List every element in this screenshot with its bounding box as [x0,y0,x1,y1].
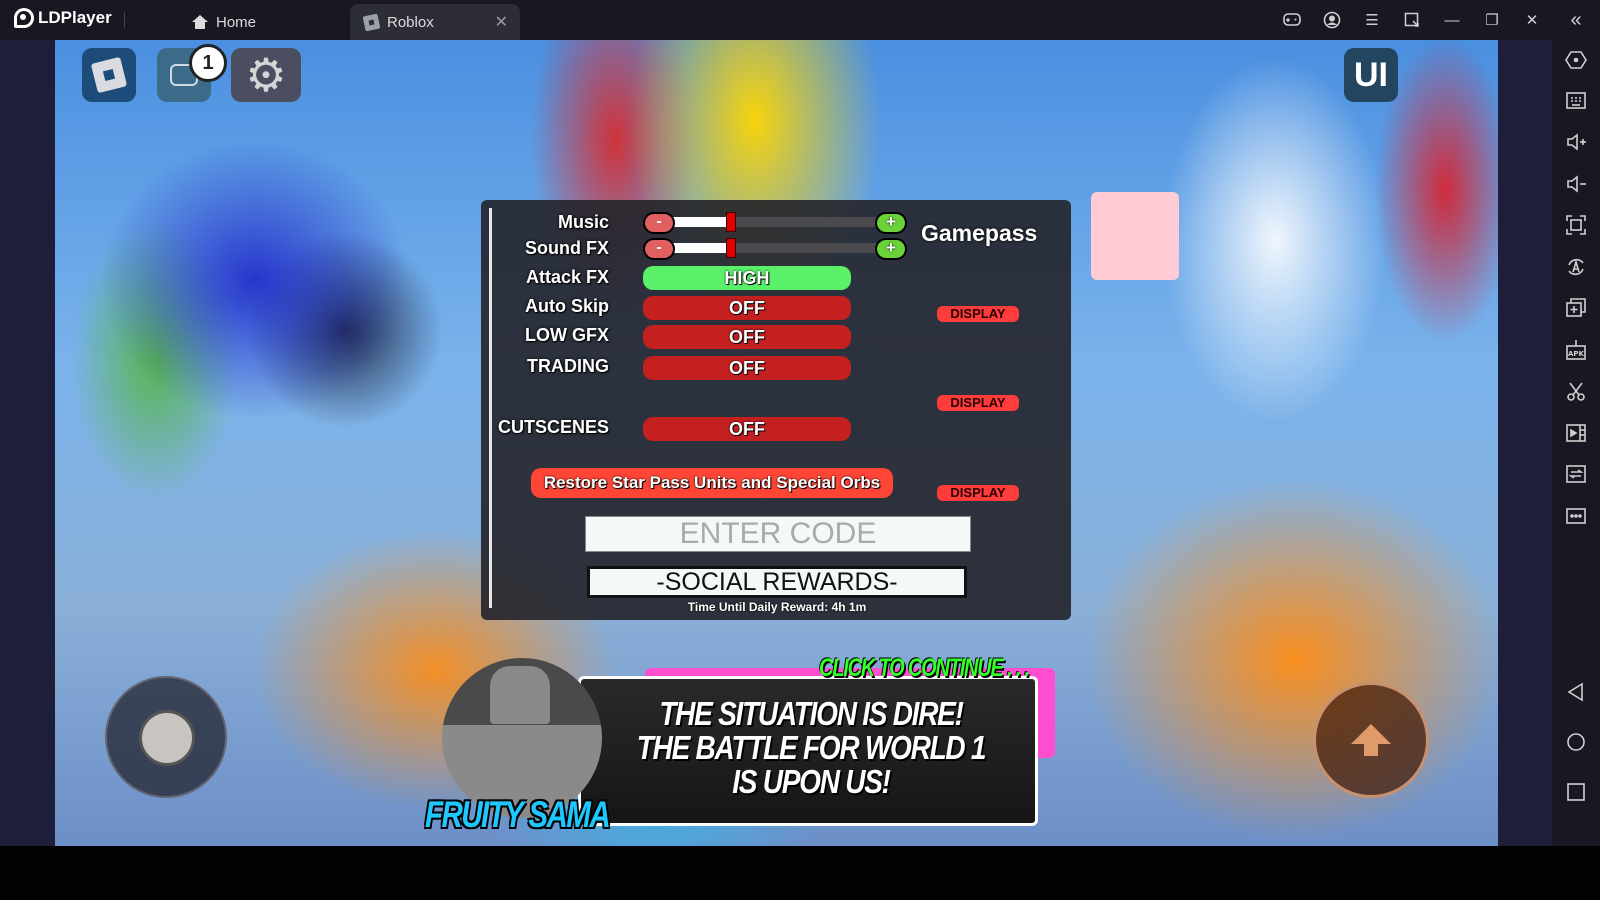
low-gfx-toggle[interactable]: OFF [643,325,851,349]
auto-skip-label: Auto Skip [525,296,609,316]
gamepass-display-button-1[interactable]: DISPLAY [937,306,1019,322]
sync-icon[interactable] [1564,462,1588,486]
movement-joystick[interactable] [105,676,227,798]
dialog-message: THE SITUATION IS DIRE! THE BATTLE FOR WO… [636,695,987,800]
settings-hex-icon[interactable] [1564,48,1588,72]
back-icon[interactable] [1564,680,1588,704]
roblox-logo-icon [90,56,128,94]
account-icon[interactable] [1312,0,1352,40]
sound-fx-increase-button[interactable]: + [875,238,907,260]
gamepad-icon[interactable] [1272,0,1312,40]
tab-home[interactable]: Home [192,4,256,40]
gamepass-display-button-3[interactable]: DISPLAY [937,485,1019,501]
apk-install-icon[interactable]: APK [1564,338,1588,362]
ldplayer-logo-icon [14,8,34,28]
tab-label: Home [216,13,257,31]
sound-fx-slider[interactable]: - + [643,238,907,260]
roblox-icon [362,13,381,31]
slider-handle[interactable] [726,238,737,258]
game-viewport[interactable]: 1 ⚙ UI Music - + Sound FX - + Attack FX … [55,40,1498,846]
music-label: Music [557,212,609,232]
close-icon[interactable]: ✕ [1512,0,1552,40]
joystick-thumb[interactable] [139,710,195,766]
attack-fx-toggle[interactable]: HIGH [643,266,851,290]
settings-button[interactable]: ⚙ [231,48,301,102]
speaker-name: FRUITY SAMA [425,794,611,835]
restore-icon[interactable]: ❐ [1472,0,1512,40]
app-name: LDPlayer [38,8,112,27]
cutscenes-label: CUTSCENES [497,417,609,437]
restore-star-pass-button[interactable]: Restore Star Pass Units and Special Orbs [531,468,893,498]
emulator-screen: 1 ⚙ UI Music - + Sound FX - + Attack FX … [0,40,1552,846]
menu-icon[interactable]: ☰ [1352,0,1392,40]
record-video-icon[interactable] [1564,421,1588,445]
tab-roblox[interactable]: Roblox ✕ [350,4,520,40]
gamepass-title: Gamepass [921,220,1038,246]
divider [124,12,125,28]
gamepass-display-button-2[interactable]: DISPLAY [937,395,1019,411]
daily-reward-timer: Time Until Daily Reward: 4h 1m [687,600,867,614]
recent-apps-icon[interactable] [1564,780,1588,804]
music-decrease-button[interactable]: - [643,212,675,234]
gamepass-image[interactable] [1091,192,1179,280]
arrow-up-icon [1351,724,1391,756]
chat-notification-badge: 1 [189,44,227,82]
attack-fx-label: Attack FX [525,267,609,287]
volume-down-icon[interactable] [1564,172,1588,196]
dialog-box[interactable]: THE SITUATION IS DIRE! THE BATTLE FOR WO… [578,676,1038,826]
minimize-icon[interactable]: — [1432,0,1472,40]
auto-skip-toggle[interactable]: OFF [643,296,851,320]
trading-toggle[interactable]: OFF [643,356,851,380]
home-circle-icon[interactable] [1564,730,1588,754]
volume-up-icon[interactable] [1564,130,1588,154]
fullscreen-icon[interactable] [1564,213,1588,237]
title-bar: LDPlayer Home Roblox ✕ ☰ — ❐ ✕ « [0,0,1600,40]
social-rewards-button[interactable]: -SOCIAL REWARDS- [587,566,967,598]
tab-close-icon[interactable]: ✕ [495,12,508,32]
emulator-sidebar: APK [1552,40,1600,846]
multi-instance-icon[interactable] [1564,296,1588,320]
ui-toggle-button[interactable]: UI [1344,48,1398,102]
settings-panel: Music - + Sound FX - + Attack FX HIGH Au… [481,200,1071,620]
keyboard-icon[interactable] [1564,89,1588,113]
auto-rotate-icon[interactable] [1564,255,1588,279]
home-icon [192,15,208,29]
music-increase-button[interactable]: + [875,212,907,234]
svg-text:APK: APK [1568,350,1585,358]
screen-rotate-icon[interactable] [1392,0,1432,40]
roblox-menu-button[interactable] [82,48,136,102]
sound-fx-label: Sound FX [525,238,609,258]
jump-button[interactable] [1313,682,1429,798]
sound-fx-decrease-button[interactable]: - [643,238,675,260]
window-controls: ☰ — ❐ ✕ « [1272,0,1600,40]
more-icon[interactable] [1564,504,1588,528]
screenshot-scissors-icon[interactable] [1564,379,1588,403]
low-gfx-label: LOW GFX [525,325,609,345]
slider-handle[interactable] [726,212,737,232]
trading-label: TRADING [527,356,609,376]
tab-label: Roblox [387,13,434,31]
enter-code-input[interactable] [585,516,971,552]
click-to-continue-prompt[interactable]: CLICK TO CONTINUE . . . [819,654,1030,683]
gear-icon: ⚙ [245,49,287,101]
music-slider[interactable]: - + [643,212,907,234]
collapse-sidebar-icon[interactable]: « [1552,0,1600,40]
app-logo: LDPlayer [14,8,112,28]
cutscenes-toggle[interactable]: OFF [643,417,851,441]
